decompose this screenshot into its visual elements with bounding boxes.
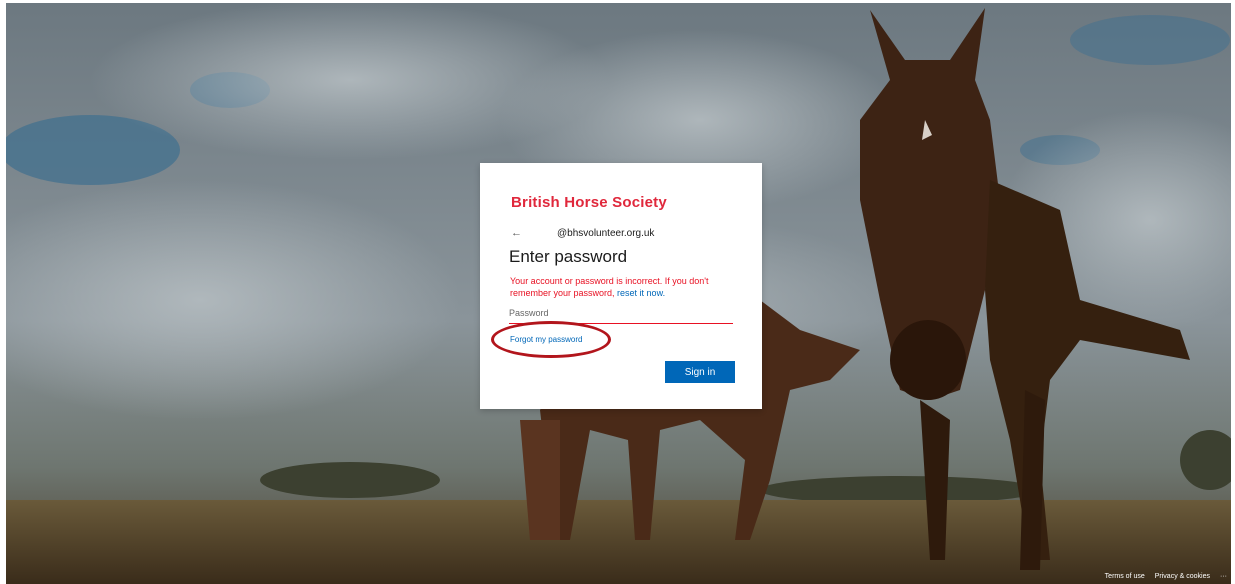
image-border-right	[1231, 0, 1235, 584]
reset-password-link[interactable]: reset it now.	[617, 288, 665, 298]
company-logo: British Horse Society	[511, 194, 667, 211]
error-text: Your account or password is incorrect. I…	[510, 276, 709, 298]
sign-in-card: British Horse Society ← @bhsvolunteer.or…	[480, 163, 762, 409]
error-message: Your account or password is incorrect. I…	[510, 275, 740, 299]
privacy-cookies-link[interactable]: Privacy & cookies	[1155, 573, 1210, 580]
back-arrow-icon[interactable]: ←	[511, 227, 525, 239]
terms-of-use-link[interactable]: Terms of use	[1105, 573, 1145, 580]
account-identity: ← @bhsvolunteer.org.uk	[511, 227, 654, 239]
password-input[interactable]	[509, 305, 733, 324]
account-email: @bhsvolunteer.org.uk	[557, 227, 655, 239]
page-title: Enter password	[509, 247, 628, 266]
forgot-password-link[interactable]: Forgot my password	[510, 335, 582, 344]
sign-in-button[interactable]: Sign in	[665, 361, 735, 383]
more-options-icon[interactable]: ···	[1220, 573, 1227, 580]
footer: Terms of use Privacy & cookies ···	[1105, 573, 1227, 580]
image-border-left	[0, 0, 6, 584]
image-border-top	[0, 0, 1235, 3]
